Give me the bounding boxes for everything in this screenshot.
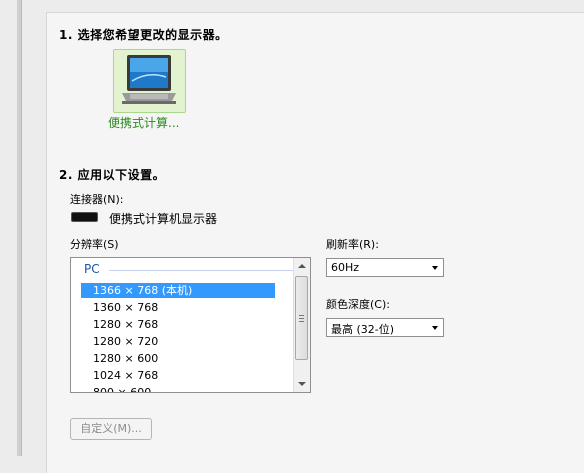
resolution-item[interactable]: 1366 × 768 (本机) <box>81 283 275 298</box>
color-depth-value: 最高 (32-位) <box>331 323 395 336</box>
scroll-down-icon[interactable] <box>298 382 306 386</box>
resolution-listbox[interactable]: PC 1366 × 768 (本机) 1360 × 768 1280 × 768… <box>70 257 311 393</box>
step2-title: 2. 应用以下设置。 <box>59 168 166 182</box>
listbox-scrollbar[interactable] <box>293 258 310 392</box>
color-depth-label: 颜色深度(C): <box>326 298 390 311</box>
grip-line <box>299 318 304 319</box>
grip-line <box>299 321 304 322</box>
left-frame-border <box>17 0 22 456</box>
group-divider <box>109 270 293 271</box>
display-selector-tile[interactable] <box>113 49 186 113</box>
chevron-down-icon <box>432 266 438 270</box>
color-depth-dropdown[interactable]: 最高 (32-位) <box>326 318 444 337</box>
refresh-rate-label: 刷新率(R): <box>326 238 379 251</box>
resolution-label: 分辨率(S) <box>70 238 119 251</box>
custom-resolution-button[interactable]: 自定义(M)... <box>70 418 152 440</box>
scroll-up-icon[interactable] <box>298 264 306 268</box>
scrollbar-thumb[interactable] <box>295 276 308 360</box>
laptop-icon <box>122 55 176 104</box>
refresh-rate-value: 60Hz <box>331 261 360 274</box>
connector-icon <box>71 212 98 222</box>
resolution-item[interactable]: 1280 × 768 <box>81 317 275 332</box>
grip-line <box>299 315 304 316</box>
resolution-item[interactable]: 1280 × 600 <box>81 351 275 366</box>
resolution-item[interactable]: 1280 × 720 <box>81 334 275 349</box>
resolution-item[interactable]: 1024 × 768 <box>81 368 275 383</box>
connector-label: 连接器(N): <box>70 193 124 206</box>
chevron-down-icon <box>432 326 438 330</box>
resolution-item[interactable]: 1360 × 768 <box>81 300 275 315</box>
connector-value: 便携式计算机显示器 <box>109 212 218 226</box>
list-group-header: PC <box>84 262 100 276</box>
step1-title: 1. 选择您希望更改的显示器。 <box>59 28 228 42</box>
display-label[interactable]: 便携式计算... <box>108 114 179 131</box>
refresh-rate-dropdown[interactable]: 60Hz <box>326 258 444 277</box>
display-settings-window: 1. 选择您希望更改的显示器。 便携式计算... 2. 应用以下设置。 连接器(… <box>0 0 584 473</box>
resolution-item[interactable]: 800 × 600 <box>81 385 275 392</box>
